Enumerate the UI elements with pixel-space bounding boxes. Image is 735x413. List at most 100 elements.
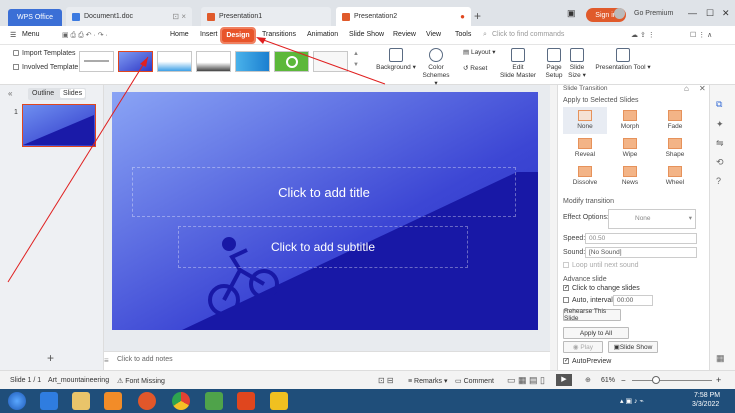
tab-view[interactable]: View	[426, 31, 441, 38]
slide-canvas[interactable]: Click to add title Click to add subtitle	[112, 92, 538, 330]
effect-news[interactable]: News	[608, 163, 652, 190]
comment-button[interactable]: ▭ Comment	[455, 377, 494, 385]
effect-wipe[interactable]: Wipe	[608, 135, 652, 162]
tab-document1[interactable]: Document1.doc ⊡ ×	[66, 7, 192, 26]
zoom-in-icon[interactable]: +	[716, 375, 721, 385]
slide-size-button[interactable]: Slide Size ▾	[566, 48, 588, 80]
start-icon[interactable]	[8, 392, 26, 410]
maximize-icon[interactable]: ☐	[706, 8, 714, 19]
autopreview-checkbox[interactable]: ✓ AutoPreview	[563, 358, 611, 365]
page-setup-button[interactable]: Page Setup	[542, 48, 566, 80]
template-thumb-1[interactable]	[79, 51, 114, 72]
click-change-checkbox[interactable]: ✓ Click to change slides	[563, 285, 640, 292]
menu-button[interactable]: Menu	[22, 31, 40, 38]
hamburger-icon[interactable]: ☰	[10, 31, 16, 39]
edit-slide-master-button[interactable]: Edit Slide Master	[498, 48, 538, 80]
grid-icon[interactable]: ▦	[716, 353, 725, 364]
play-slideshow-button[interactable]: ▶	[556, 374, 572, 386]
comment-icon[interactable]: ☐ ⋮ ∧	[690, 31, 712, 39]
apply-all-button[interactable]: Apply to All	[563, 327, 629, 339]
view-mode-icons[interactable]: ▭ ▦ ▤ ▯	[507, 375, 545, 386]
loop-checkbox[interactable]: Loop until next sound	[563, 262, 639, 269]
close-window-icon[interactable]: ✕	[722, 8, 730, 19]
tab-insert[interactable]: Insert	[200, 31, 218, 38]
avatar[interactable]	[614, 8, 625, 19]
zoom-slider-handle[interactable]	[652, 376, 660, 384]
zoom-level[interactable]: 61%	[601, 377, 615, 384]
background-button[interactable]: Background ▾	[376, 48, 416, 72]
tab-presentation2[interactable]: Presentation2 ●	[336, 7, 471, 26]
wps-icon[interactable]	[237, 392, 255, 410]
effect-reveal[interactable]: Reveal	[563, 135, 607, 162]
minimize-icon[interactable]: —	[688, 8, 697, 18]
remarks-button[interactable]: ≡ Remarks ▾	[408, 377, 448, 385]
tab-outline[interactable]: Outline	[32, 90, 54, 97]
layout-button[interactable]: ▤ Layout ▾	[463, 49, 497, 57]
layout-icon[interactable]: ▣	[567, 8, 576, 19]
template-thumb-5[interactable]	[235, 51, 270, 72]
tab-transitions[interactable]: Transitions	[262, 31, 296, 38]
tab-slide-show[interactable]: Slide Show	[349, 31, 384, 38]
firefox-icon[interactable]	[138, 392, 156, 410]
folder-icon[interactable]	[72, 392, 90, 410]
collapse-icon[interactable]: «	[8, 89, 12, 98]
scroll-up-icon[interactable]: ▲	[353, 51, 359, 57]
tab-design[interactable]: Design	[220, 27, 256, 44]
effect-morph[interactable]: Morph	[608, 107, 652, 134]
transition-icon[interactable]: ⧉	[716, 99, 722, 110]
template-thumb-4[interactable]	[196, 51, 231, 72]
media-player-icon[interactable]	[104, 392, 122, 410]
notes-grip-icon[interactable]: ≡	[104, 356, 109, 365]
interval-input[interactable]: 00:00	[613, 295, 653, 306]
tab-slides[interactable]: Slides	[60, 89, 86, 98]
panel-header[interactable]: Slide Transition	[563, 85, 607, 92]
quick-access-icons[interactable]: ▣ ⎙ ⎙ ↶ · ↷ ·	[62, 31, 108, 40]
fit-icon[interactable]: ⊡ ⊟	[378, 376, 394, 385]
cloud-icon[interactable]: ☁ ⇪ ⋮	[631, 31, 655, 39]
template-thumb-3[interactable]	[157, 51, 192, 72]
color-schemes-button[interactable]: Color Schemes ▾	[420, 48, 452, 88]
pin-icon[interactable]: ⌂	[684, 84, 689, 93]
zoom-out-icon[interactable]: −	[621, 376, 626, 385]
effect-none[interactable]: None	[563, 107, 607, 134]
involved-template-button[interactable]: Involved Template	[13, 64, 78, 71]
slide-show-button[interactable]: ▣ Slide Show	[608, 341, 658, 353]
import-templates-button[interactable]: Import Templates	[13, 50, 76, 57]
title-placeholder[interactable]: Click to add title	[132, 167, 516, 217]
effect-wheel[interactable]: Wheel	[653, 163, 697, 190]
tab-wps-office[interactable]: WPS Office	[8, 9, 62, 26]
close-icon[interactable]: ⊡ ×	[172, 12, 186, 21]
play-button[interactable]: ◉ Play	[563, 341, 603, 353]
animation-icon[interactable]: ✦	[716, 119, 724, 130]
slide-thumbnail[interactable]	[22, 104, 96, 147]
sound-select[interactable]: [No Sound]	[585, 247, 697, 258]
shield-icon[interactable]	[270, 392, 288, 410]
tab-tools[interactable]: Tools	[455, 31, 471, 38]
template-thumb-7[interactable]	[313, 51, 348, 72]
history-icon[interactable]: ⟲	[716, 157, 724, 168]
effect-dissolve[interactable]: Dissolve	[563, 163, 607, 190]
template-thumb-6[interactable]	[274, 51, 309, 72]
tab-animation[interactable]: Animation	[307, 31, 338, 38]
new-tab-icon[interactable]: +	[474, 9, 481, 23]
help-icon[interactable]: ?	[716, 176, 721, 186]
effect-options-select[interactable]: None ▾	[608, 209, 696, 229]
settings-icon[interactable]: ⇋	[716, 138, 724, 149]
effect-fade[interactable]: Fade	[653, 107, 697, 134]
tray-icons[interactable]: ▴ ▣ ♪ ⌁	[620, 397, 644, 405]
presentation-tool-button[interactable]: Presentation Tool ▾	[593, 48, 653, 72]
reset-button[interactable]: ↺ Reset	[463, 65, 497, 73]
speed-input[interactable]: 00.50	[585, 233, 697, 244]
search-input[interactable]: Click to find commands	[492, 31, 564, 38]
tab-presentation1[interactable]: Presentation1	[201, 7, 331, 26]
chrome-icon[interactable]	[172, 392, 190, 410]
font-missing-indicator[interactable]: ⚠ Font Missing	[117, 377, 165, 385]
add-slide-icon[interactable]: +	[47, 351, 54, 365]
scroll-down-icon[interactable]: ▼	[353, 62, 359, 68]
notes-input[interactable]: Click to add notes	[117, 356, 173, 363]
go-premium-link[interactable]: Go Premium	[634, 10, 673, 17]
tab-home[interactable]: Home	[170, 31, 189, 38]
ie-icon[interactable]	[40, 392, 58, 410]
template-thumb-2[interactable]	[118, 51, 153, 72]
close-panel-icon[interactable]: ✕	[699, 84, 706, 93]
